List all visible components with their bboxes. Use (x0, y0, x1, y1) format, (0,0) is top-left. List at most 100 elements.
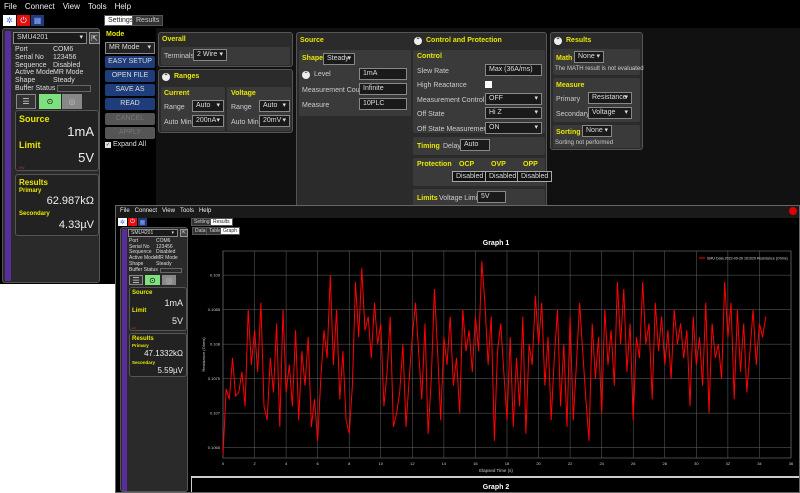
shape-select[interactable]: Steady (323, 53, 355, 65)
expand-all-checkbox[interactable]: ✓ Expand All (105, 141, 146, 148)
voltage-limit-input[interactable]: 5V (477, 191, 506, 203)
off-state-measurements-select[interactable]: ON (485, 122, 542, 134)
popout-icon[interactable]: ⇱ (89, 32, 100, 44)
current-range-select[interactable]: Auto (192, 100, 224, 112)
run-icon[interactable]: ⊙ (145, 275, 160, 285)
collapse-icon[interactable]: ⌃ (554, 37, 562, 45)
measurement-count-input[interactable]: Infinite (359, 83, 407, 95)
x-tick-label: 18 (505, 461, 510, 466)
x-tick-label: 8 (348, 461, 351, 466)
ocp-button[interactable]: Disabled (452, 171, 488, 182)
save-as-button[interactable]: SAVE AS (105, 84, 155, 96)
cancel-button[interactable]: CANCEL (105, 113, 155, 125)
current-automin-select[interactable]: 200nA (192, 115, 224, 127)
device-panel: SMU4201 ⇱ PortCOM6 Serial No123456 Seque… (120, 227, 188, 492)
menu-bar: File Connect View Tools Help (0, 0, 800, 13)
primary-select[interactable]: Resistance (588, 92, 632, 104)
math-select[interactable]: None (574, 51, 604, 63)
overall-panel: Overall Terminals 2 Wire (158, 32, 293, 67)
menu-icon[interactable]: ☰ (16, 94, 36, 109)
device-select[interactable]: SMU4201 (13, 32, 87, 44)
x-tick-label: 28 (663, 461, 668, 466)
buffer-status-label: Buffer Status (129, 267, 158, 274)
run-icon[interactable]: ⊙ (39, 94, 61, 109)
terminals-select[interactable]: 2 Wire (193, 49, 227, 61)
buffer-status-label: Buffer Status (15, 85, 56, 93)
menu-file[interactable]: File (4, 0, 17, 13)
high-reactance-checkbox[interactable] (485, 81, 492, 88)
device-info: Port COM6 Serial No 123456 Sequence Disable… (129, 238, 182, 274)
power-icon[interactable]: ⏻ (128, 218, 137, 226)
level-input[interactable]: 1mA (359, 68, 407, 80)
measurement-control-select[interactable]: OFF (485, 93, 542, 105)
menu-tools[interactable]: Tools (88, 0, 107, 13)
source-status: Source 1mA Limit 5V HV (129, 287, 187, 331)
settings-gear-icon[interactable]: ✲ (3, 15, 16, 26)
power-icon[interactable]: ⏻ (17, 15, 30, 26)
x-tick-label: 14 (442, 461, 447, 466)
x-tick-label: 4 (285, 461, 288, 466)
menu-icon[interactable]: ☰ (129, 275, 143, 285)
graph-2-title: Graph 2 (483, 484, 510, 491)
source-status: Source 1mA Limit 5V HV (15, 110, 99, 171)
tab-results[interactable]: Results (132, 15, 164, 26)
secondary-select[interactable]: Voltage (588, 107, 632, 119)
x-tick-label: 34 (757, 461, 762, 466)
display-icon[interactable]: ▦ (31, 15, 44, 26)
menu-view[interactable]: View (63, 0, 80, 13)
y-tick-label: 0.1085 (208, 307, 221, 312)
x-tick-label: 36 (789, 461, 794, 466)
chart-title: Graph 1 (483, 240, 510, 247)
delay-input[interactable]: Auto (460, 139, 490, 151)
voltage-automin-select[interactable]: 20mV (259, 115, 290, 127)
x-tick-label: 30 (694, 461, 699, 466)
source-panel: Source Shape Steady ⌃Level 1mA Measureme… (296, 32, 553, 212)
collapse-icon[interactable]: ⌃ (162, 73, 170, 81)
y-tick-label: 0.107 (210, 411, 221, 416)
y-tick-label: 0.1065 (208, 445, 221, 450)
x-axis-label: Elapsed Time (s) (479, 468, 513, 473)
slew-rate-input[interactable]: Max (36A/ms) (485, 64, 542, 76)
display-icon[interactable]: ▦ (138, 218, 147, 226)
collapse-icon[interactable]: ⌃ (414, 37, 422, 45)
results-status: Results Primary 62.987kΩ Secondary 4.33µ… (15, 174, 99, 236)
mode-bar (5, 31, 11, 281)
off-state-select[interactable]: Hi Z (485, 107, 542, 119)
results-status: Results Primary 47.1332kΩ Secondary 5.59… (129, 333, 187, 377)
legend-label: SMU Data 2022-09-26 161020 Resistance (O… (707, 257, 788, 261)
menu-connect[interactable]: Connect (25, 0, 55, 13)
measure-input[interactable]: 10PLC (359, 98, 407, 110)
x-tick-label: 20 (536, 461, 541, 466)
ranges-panel: ⌃ Ranges Current Voltage Range Auto Min R… (158, 69, 293, 133)
x-tick-label: 10 (379, 461, 384, 466)
mode-select[interactable]: MR Mode (105, 42, 155, 54)
easy-setup-button[interactable]: EASY SETUP (105, 56, 155, 68)
apply-button[interactable]: APPLY (105, 127, 155, 139)
popout-icon[interactable]: ⇱ (180, 229, 188, 237)
stop-icon[interactable]: ◎ (162, 275, 176, 285)
read-button[interactable]: READ (105, 98, 155, 110)
tab-graph[interactable]: Graph (220, 227, 240, 235)
open-file-button[interactable]: OPEN FILE (105, 70, 155, 82)
close-icon[interactable] (789, 207, 797, 215)
stop-icon[interactable]: ◎ (62, 94, 82, 109)
opp-button[interactable]: Disabled (517, 171, 553, 182)
sorting-select[interactable]: None (582, 125, 612, 137)
tab-results[interactable]: Results (210, 218, 233, 226)
x-tick-label: 16 (473, 461, 478, 466)
voltage-range-select[interactable]: Auto (259, 100, 290, 112)
results-panel: ⌃Results Math None The MATH result is no… (550, 32, 644, 150)
ovp-button[interactable]: Disabled (485, 171, 521, 182)
menu-help[interactable]: Help (115, 0, 131, 13)
device-panel: SMU4201 ⇱ PortCOM6 Serial No123456 Seque… (2, 28, 100, 283)
device-select[interactable]: SMU4201 (128, 229, 178, 237)
y-tick-label: 0.108 (210, 342, 221, 347)
buffer-status-bar (57, 84, 92, 92)
x-tick-label: 12 (410, 461, 415, 466)
menu-bar: File Connect View Tools Help (120, 208, 212, 214)
collapse-icon[interactable]: ⌃ (302, 71, 310, 79)
x-tick-label: 2 (253, 461, 256, 466)
y-axis-label: Resistance (Ohms) (201, 337, 206, 372)
settings-gear-icon[interactable]: ✲ (118, 218, 127, 226)
x-tick-label: 32 (726, 461, 731, 466)
